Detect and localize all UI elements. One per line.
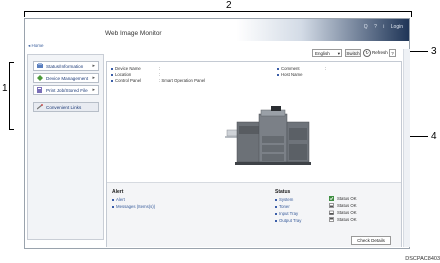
host-name-row: Host Name <box>277 72 303 77</box>
help-button[interactable]: ? <box>389 49 396 57</box>
chevron-down-icon: ▾ <box>337 51 340 56</box>
comment-row: Comment <box>277 66 300 71</box>
callout-number-4: 4 <box>431 131 437 142</box>
location-row: Location <box>111 72 131 77</box>
sidebar: Status/Information ▸ Device Management ▸… <box>27 54 104 240</box>
status-panel: Alert Alert Messages (Items(s)) Status S… <box>107 182 401 247</box>
system-status-icon <box>329 196 334 202</box>
browser-window: Web Image Monitor Q ? i Login ◂ Home Eng… <box>24 18 410 249</box>
chevron-right-icon: ▸ <box>92 63 95 69</box>
callout-number-3: 3 <box>431 46 437 57</box>
status-item-system[interactable]: System <box>275 197 293 202</box>
alert-link[interactable]: Alert <box>112 197 125 202</box>
device-name-row: Device Name <box>111 66 141 71</box>
status-value-input-tray: Status OK <box>329 210 357 216</box>
callout-leader-4 <box>408 136 428 137</box>
language-select[interactable]: English ▾ <box>312 49 342 57</box>
output-tray-icon <box>329 217 334 223</box>
status-title: Status <box>275 189 291 195</box>
search-icon[interactable]: Q <box>364 24 368 30</box>
login-link[interactable]: Login <box>391 24 403 30</box>
home-link[interactable]: ◂ Home <box>28 43 44 49</box>
location-value: : <box>159 72 161 77</box>
device-management-icon <box>37 75 43 81</box>
control-panel-value: : Smart Operation Panel <box>159 78 206 83</box>
chevron-right-icon: ▸ <box>92 87 95 93</box>
status-icon <box>37 63 43 68</box>
switch-button[interactable]: Switch <box>345 49 361 57</box>
sidebar-item-device-management[interactable]: Device Management ▸ <box>33 73 99 83</box>
status-item-toner[interactable]: Toner <box>275 204 290 209</box>
callout-bracket-2 <box>24 11 412 17</box>
print-job-icon <box>37 87 42 93</box>
sidebar-item-status-information[interactable]: Status/Information ▸ <box>33 61 99 71</box>
header-bar <box>25 19 409 41</box>
info-icon[interactable]: i <box>383 24 384 30</box>
app-title: Web Image Monitor <box>105 30 162 37</box>
refresh-button[interactable]: ↻ Refresh <box>363 49 388 57</box>
status-value-toner: Status OK <box>329 203 357 209</box>
scrollbar[interactable] <box>403 49 410 247</box>
status-value-system: Status OK <box>329 196 357 202</box>
figure-code: DSCPAC8403 <box>405 256 440 262</box>
status-item-output-tray[interactable]: Output Tray <box>275 218 301 223</box>
control-panel-row: Control Panel <box>111 78 141 83</box>
alert-title: Alert <box>112 189 124 195</box>
status-item-input-tray[interactable]: Input Tray <box>275 211 298 216</box>
header-icons: Q ? i Login <box>359 24 403 30</box>
refresh-icon: ↻ <box>363 49 371 57</box>
sidebar-item-print-job[interactable]: Print Job/Stored File ▸ <box>33 85 99 95</box>
sidebar-item-convenient-links[interactable]: Convenient Links <box>33 102 99 112</box>
main-panel: Device Name : Location : Control Panel :… <box>106 61 402 247</box>
messages-link[interactable]: Messages (Items(s)) <box>112 204 155 209</box>
help-icon[interactable]: ? <box>374 24 377 30</box>
link-icon <box>37 104 43 110</box>
check-details-button[interactable]: Check Details <box>351 236 391 245</box>
toner-icon <box>329 203 334 209</box>
input-tray-icon <box>329 211 334 216</box>
callout-bracket-1 <box>9 62 14 130</box>
printer-illustration <box>225 106 311 165</box>
device-name-value: : <box>159 66 161 71</box>
status-value-output-tray: Status OK <box>329 217 357 223</box>
callout-number-1: 1 <box>2 83 8 94</box>
chevron-right-icon: ▸ <box>92 75 95 81</box>
callout-number-2: 2 <box>226 0 232 11</box>
comment-value: : <box>325 66 327 71</box>
